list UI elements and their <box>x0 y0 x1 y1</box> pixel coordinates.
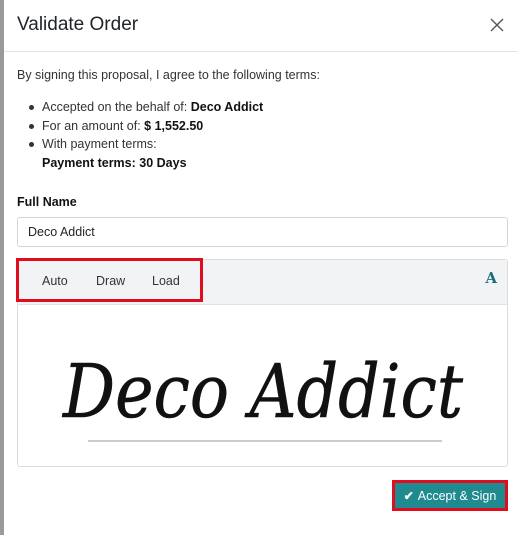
accept-sign-button[interactable]: ✔ Accept & Sign <box>392 480 508 511</box>
full-name-input[interactable] <box>17 217 508 247</box>
dialog-header: Validate Order <box>4 0 518 52</box>
signature-text: Deco Addict <box>61 349 463 435</box>
signature-canvas[interactable]: Deco Addict <box>18 305 507 467</box>
term-amount: For an amount of: $ 1,552.50 <box>28 117 263 136</box>
close-icon <box>490 18 504 32</box>
term-payment-value: Payment terms: 30 Days <box>42 155 187 170</box>
signature-drawing: Deco Addict <box>61 349 464 442</box>
tab-load[interactable]: Load <box>152 274 180 288</box>
validate-order-dialog: Validate Order By signing this proposal,… <box>4 0 518 535</box>
terms-intro: By signing this proposal, I agree to the… <box>17 68 320 82</box>
signature-pad: Auto Draw Load A Deco Addict <box>16 258 508 467</box>
terms-list: Accepted on the behalf of: Deco Addict F… <box>28 98 263 172</box>
tab-draw[interactable]: Draw <box>96 274 125 288</box>
signature-toolbar: Auto Draw Load A <box>16 258 507 305</box>
tab-auto[interactable]: Auto <box>42 274 68 288</box>
term-behalf: Accepted on the behalf of: Deco Addict <box>28 98 263 117</box>
close-button[interactable] <box>484 12 510 38</box>
dialog-title: Validate Order <box>17 14 139 35</box>
check-icon: ✔ <box>403 488 414 503</box>
font-select-button[interactable]: A <box>485 269 497 287</box>
term-payment: With payment terms: <box>28 135 263 154</box>
full-name-label: Full Name <box>17 195 77 209</box>
accept-sign-label: Accept & Sign <box>417 488 497 503</box>
